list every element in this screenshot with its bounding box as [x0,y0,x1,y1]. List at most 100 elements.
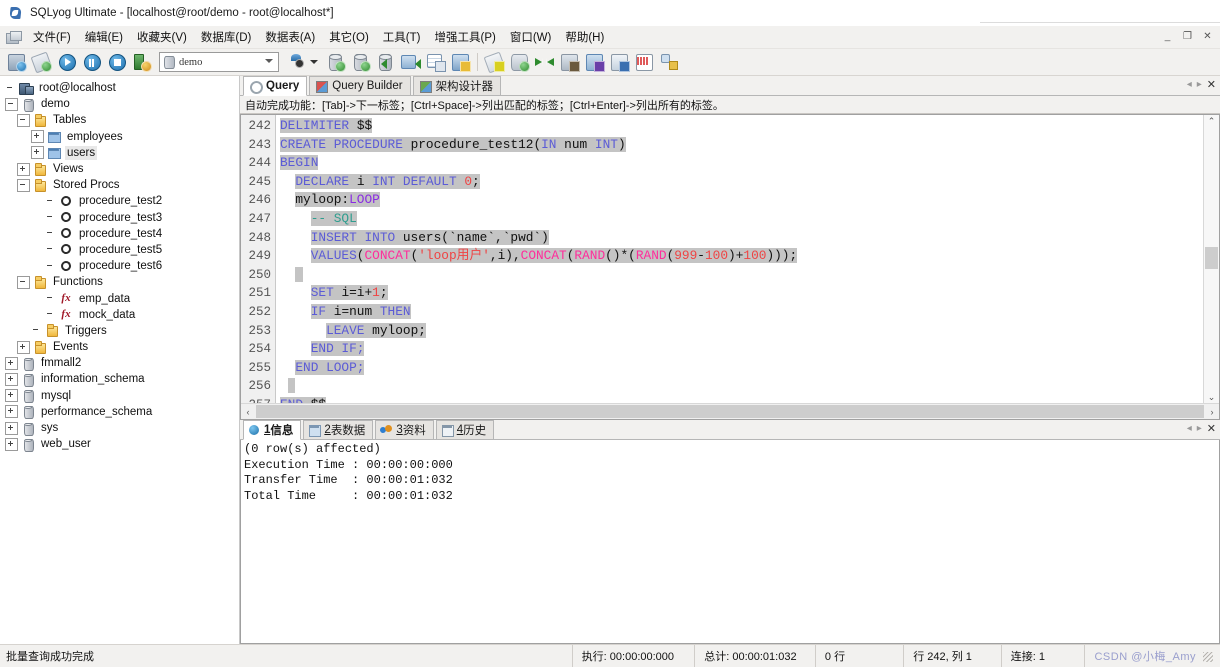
tree-node-root-localhost[interactable]: root@localhost [3,80,239,96]
table-data-icon[interactable] [425,52,446,72]
tree-node-fmmall2[interactable]: fmmall2 [3,355,239,371]
menu-window[interactable]: 窗口(W) [503,27,559,47]
backup-database-icon[interactable] [375,52,396,72]
migration-icon[interactable] [584,52,605,72]
editor-horizontal-scrollbar[interactable]: ‹ › [241,403,1219,419]
expand-icon[interactable] [31,130,44,144]
tree-node-emp-data[interactable]: fx emp_data [3,290,239,306]
tree-node-users[interactable]: users [3,145,239,161]
tree-node-employees[interactable]: employees [3,129,239,145]
message-output-panel[interactable]: (0 row(s) affected) Execution Time : 00:… [240,440,1220,644]
tree-node-procedure-test5[interactable]: procedure_test5 [3,242,239,258]
menu-database[interactable]: 数据库(D) [194,27,258,47]
tree-node-web-user[interactable]: web_user [3,436,239,452]
tab-query-builder[interactable]: Query Builder [309,76,411,95]
expand-icon[interactable] [31,146,44,160]
expand-icon[interactable] [5,421,18,435]
sql-editor[interactable]: 242 243 244 245 246 247 248 249 250 251 … [240,114,1220,420]
menu-other[interactable]: 其它(O) [322,27,376,47]
result-tab-table-data[interactable]: 2 表数据 [303,420,374,439]
scroll-down-icon[interactable]: ⌄ [1208,391,1216,403]
tree-node-triggers[interactable]: Triggers [3,323,239,339]
tree-node-views[interactable]: Views [3,161,239,177]
execute-query-stop-icon[interactable] [106,52,127,72]
user-manager-icon[interactable] [286,52,307,72]
resize-grip-icon[interactable] [1200,649,1214,663]
tree-node-functions[interactable]: Functions [3,274,239,290]
tree-node-information-schema[interactable]: information_schema [3,371,239,387]
calendar-icon[interactable] [634,52,655,72]
tab-next-icon[interactable]: ▸ [1197,79,1202,90]
menu-file[interactable]: 文件(F) [26,27,78,47]
tree-node-mock-data[interactable]: fx mock_data [3,307,239,323]
sql-editor-body[interactable]: 242 243 244 245 246 247 248 249 250 251 … [241,115,1219,403]
tree-node-procedure-test2[interactable]: procedure_test2 [3,193,239,209]
import-external-data-icon[interactable] [325,52,346,72]
export-data-icon[interactable] [350,52,371,72]
collapse-icon[interactable] [5,97,18,111]
tab-prev-icon[interactable]: ◂ [1187,423,1192,434]
expand-icon[interactable] [5,372,18,386]
menu-powertools[interactable]: 增强工具(P) [427,27,502,47]
collapse-icon[interactable] [17,178,30,192]
mdi-minimize-button[interactable]: _ [1158,27,1177,45]
expand-icon[interactable] [17,162,30,176]
execute-query-icon[interactable] [56,52,77,72]
tree-node-mysql[interactable]: mysql [3,388,239,404]
mdi-close-button[interactable]: ✕ [1198,27,1217,45]
menu-table[interactable]: 数据表(A) [258,27,322,47]
tree-node-tables[interactable]: Tables [3,112,239,128]
schema-sync-icon[interactable] [450,52,471,72]
html-report-icon[interactable] [609,52,630,72]
result-tab-result[interactable]: 3 资料 [375,420,434,439]
object-browser-panel[interactable]: root@localhost demo Tables employees use… [0,76,240,644]
hscroll-thumb[interactable] [256,405,1204,418]
tab-prev-icon[interactable]: ◂ [1187,79,1192,90]
expand-icon[interactable] [5,405,18,419]
tree-node-procedure-test6[interactable]: procedure_test6 [3,258,239,274]
result-tab-info[interactable]: 1 信息 [243,420,302,440]
scroll-up-icon[interactable]: ⌃ [1208,115,1216,127]
tree-node-events[interactable]: Events [3,339,239,355]
data-sync-icon[interactable] [534,52,555,72]
menu-edit[interactable]: 编辑(E) [78,27,130,47]
menu-favorites[interactable]: 收藏夹(V) [130,27,194,47]
collapse-icon[interactable] [17,113,30,127]
tree-node-procedure-test3[interactable]: procedure_test3 [3,210,239,226]
object-tree[interactable]: root@localhost demo Tables employees use… [0,76,239,452]
execute-all-queries-icon[interactable] [81,52,102,72]
scroll-left-icon[interactable]: ‹ [241,407,255,417]
expand-icon[interactable] [5,389,18,403]
scroll-thumb[interactable] [1205,247,1218,269]
restore-database-icon[interactable] [400,52,421,72]
sql-code-area[interactable]: DELIMITER $$ CREATE PROCEDURE procedure_… [276,115,1203,403]
expand-icon[interactable] [5,437,18,451]
tree-node-performance-schema[interactable]: performance_schema [3,404,239,420]
menu-help[interactable]: 帮助(H) [558,27,611,47]
collapse-icon[interactable] [17,275,30,289]
explain-query-icon[interactable] [131,52,152,72]
tab-next-icon[interactable]: ▸ [1197,423,1202,434]
new-connection-icon[interactable] [6,52,27,72]
mdi-restore-button[interactable]: ❐ [1178,27,1197,45]
tab-close-icon[interactable]: ✕ [1207,422,1216,435]
tree-node-stored-procs[interactable]: Stored Procs [3,177,239,193]
tree-node-demo[interactable]: demo [3,96,239,112]
tunnel-icon[interactable] [559,52,580,72]
lock-icon[interactable] [659,52,680,72]
tree-node-sys[interactable]: sys [3,420,239,436]
editor-vertical-scrollbar[interactable]: ⌃ ⌄ [1203,115,1219,403]
menu-tools[interactable]: 工具(T) [376,27,428,47]
database-combo[interactable]: demo [159,52,279,72]
result-tab-history[interactable]: 4 历史 [435,420,495,439]
scroll-right-icon[interactable]: › [1205,407,1219,417]
tab-query[interactable]: Query [243,76,308,96]
expand-icon[interactable] [5,356,18,370]
tab-schema-designer[interactable]: 架构设计器 [412,76,502,95]
tree-node-procedure-test4[interactable]: procedure_test4 [3,226,239,242]
query-formatter-icon[interactable] [483,51,506,74]
user-manager-dropdown-icon[interactable] [310,60,318,64]
tab-close-icon[interactable]: ✕ [1207,78,1216,91]
sql-scheduler-icon[interactable] [509,52,530,72]
refresh-object-browser-icon[interactable] [30,51,53,74]
